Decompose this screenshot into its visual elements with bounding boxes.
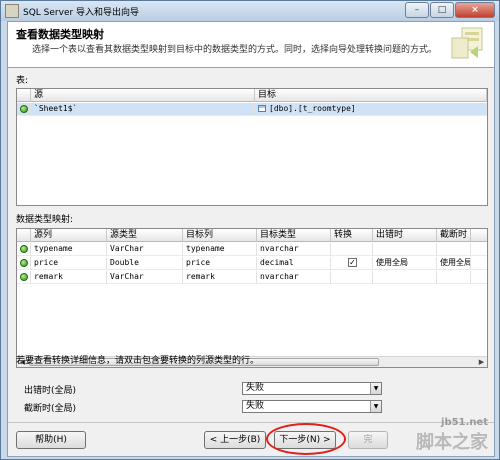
help-button[interactable]: 帮助(H) (16, 431, 86, 449)
finish-button[interactable]: 完 (348, 431, 388, 449)
source-type-cell: VarChar (107, 271, 183, 284)
column-header-source-col[interactable]: 源列 (31, 229, 107, 242)
title-bar[interactable]: SQL Server 导入和导出向导 – □ × (1, 1, 499, 21)
on-truncate-global-value: 失败 (246, 401, 265, 411)
convert-cell (331, 271, 373, 284)
target-table-name: [dbo].[t_roomtype] (269, 104, 356, 113)
source-col-cell: typename (31, 243, 107, 256)
page-description: 选择一个表以查看其数据类型映射到目标中的数据类型的方式。同时，选择向导处理转换问… (32, 45, 438, 55)
mapping-row[interactable]: typename VarChar typename nvarchar (17, 243, 487, 256)
on-truncate-cell[interactable]: 使用全局 (437, 257, 471, 270)
mapping-grid[interactable]: 源列 源类型 目标列 目标类型 转换 出错时 截断时 typename VarC… (16, 228, 488, 368)
on-error-cell[interactable] (373, 271, 437, 284)
window-title: SQL Server 导入和导出向导 (23, 7, 140, 18)
ok-icon (20, 273, 28, 281)
status-cell (17, 103, 31, 116)
watermark-name: 脚本之家 (416, 432, 488, 453)
target-type-cell: decimal (257, 257, 331, 270)
on-truncate-global-select[interactable]: 失败 ▼ (242, 400, 382, 413)
source-type-cell: VarChar (107, 243, 183, 256)
target-table-cell[interactable]: [dbo].[t_roomtype] (255, 103, 487, 116)
on-error-global-select[interactable]: 失败 ▼ (242, 382, 382, 395)
source-col-cell: remark (31, 271, 107, 284)
tables-grid-header: 源 目标 (17, 89, 487, 102)
watermark: jb51.net 脚本之家 (416, 417, 488, 454)
wizard-graphic-icon (451, 27, 483, 59)
source-type-cell: Double (107, 257, 183, 270)
scroll-right-icon[interactable]: ▶ (476, 357, 487, 367)
column-header-target[interactable]: 目标 (255, 89, 487, 102)
window-controls: – □ × (405, 2, 495, 18)
wizard-header: 查看数据类型映射 选择一个表以查看其数据类型映射到目标中的数据类型的方式。同时，… (8, 22, 494, 68)
on-truncate-cell[interactable] (437, 271, 471, 284)
convert-cell (331, 243, 373, 256)
chevron-down-icon[interactable]: ▼ (370, 401, 381, 412)
source-col-cell: price (31, 257, 107, 270)
mapping-grid-header: 源列 源类型 目标列 目标类型 转换 出错时 截断时 (17, 229, 487, 242)
wizard-client-area: 查看数据类型映射 选择一个表以查看其数据类型映射到目标中的数据类型的方式。同时，… (7, 21, 495, 457)
mapping-hint: 若要查看转换详细信息，请双击包含要转换的列源类型的行。 (16, 356, 260, 366)
on-error-global-value: 失败 (246, 383, 265, 393)
highlight-circle (266, 423, 346, 455)
ok-icon (20, 259, 28, 267)
target-type-cell: nvarchar (257, 271, 331, 284)
mapping-row[interactable]: remark VarChar remark nvarchar (17, 271, 487, 284)
watermark-site: jb51.net (441, 417, 488, 428)
table-row[interactable]: `Sheet1$` [dbo].[t_roomtype] (17, 103, 487, 116)
wizard-window: SQL Server 导入和导出向导 – □ × 查看数据类型映射 选择一个表以… (0, 0, 500, 460)
ok-icon (20, 245, 28, 253)
source-table-cell[interactable]: `Sheet1$` (31, 103, 255, 116)
status-cell (17, 257, 31, 270)
table-icon (258, 105, 266, 112)
column-header-convert[interactable]: 转换 (331, 229, 373, 242)
convert-cell[interactable]: ✓ (331, 257, 373, 270)
on-error-global-label: 出错时(全局) (24, 386, 77, 396)
chevron-down-icon[interactable]: ▼ (370, 383, 381, 394)
mapping-row[interactable]: price Double price decimal ✓ 使用全局 使用全局 (17, 257, 487, 270)
tables-grid[interactable]: 源 目标 `Sheet1$` [dbo].[t_roomtype] (16, 88, 488, 206)
on-error-cell[interactable] (373, 243, 437, 256)
indicator-header (17, 89, 31, 102)
target-col-cell: typename (183, 243, 257, 256)
column-header-source-type[interactable]: 源类型 (107, 229, 183, 242)
page-title: 查看数据类型映射 (16, 28, 104, 41)
column-header-on-truncate[interactable]: 截断时 (437, 229, 471, 242)
back-button[interactable]: < 上一步(B) (204, 431, 266, 449)
status-cell (17, 271, 31, 284)
indicator-header (17, 229, 31, 242)
convert-checkbox[interactable]: ✓ (348, 258, 357, 267)
target-type-cell: nvarchar (257, 243, 331, 256)
column-header-target-type[interactable]: 目标类型 (257, 229, 331, 242)
on-truncate-global-label: 截断时(全局) (24, 404, 77, 414)
status-cell (17, 243, 31, 256)
maximize-button[interactable]: □ (430, 2, 454, 18)
target-col-cell: remark (183, 271, 257, 284)
on-truncate-cell[interactable] (437, 243, 471, 256)
close-button[interactable]: × (455, 2, 495, 18)
app-icon (5, 4, 19, 18)
column-header-on-error[interactable]: 出错时 (373, 229, 437, 242)
column-header-target-col[interactable]: 目标列 (183, 229, 257, 242)
minimize-button[interactable]: – (405, 2, 429, 18)
mapping-label: 数据类型映射: (16, 215, 74, 225)
tables-label: 表: (16, 76, 29, 86)
column-header-source[interactable]: 源 (31, 89, 255, 102)
target-col-cell: price (183, 257, 257, 270)
ok-icon (20, 105, 28, 113)
on-error-cell[interactable]: 使用全局 (373, 257, 437, 270)
